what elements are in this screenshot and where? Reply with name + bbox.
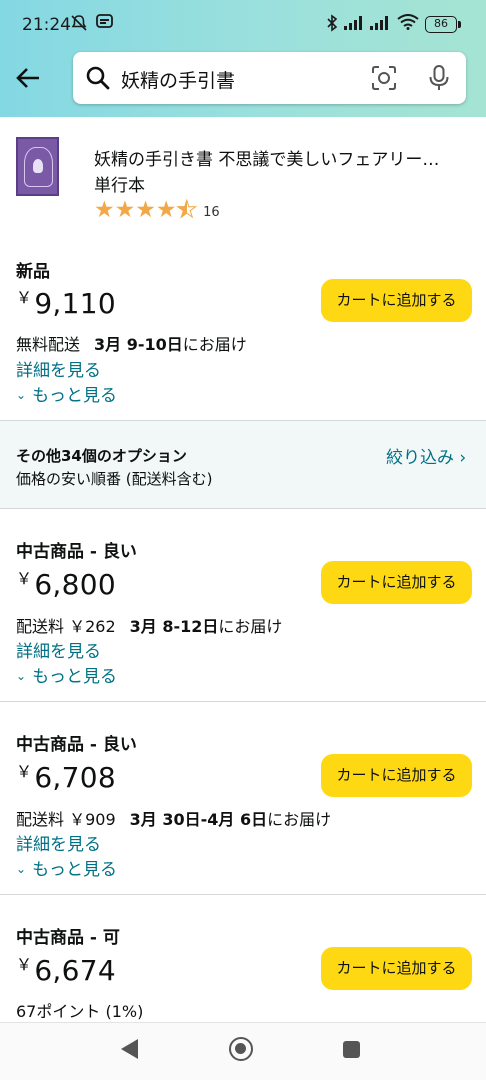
- add-to-cart-button[interactable]: カートに追加する: [321, 279, 472, 322]
- details-link[interactable]: 詳細を見る: [16, 637, 101, 662]
- offer-new: 新品 ￥9,110 カートに追加する 無料配送 3月 9-10日にお届け 詳細を見…: [0, 235, 486, 421]
- add-to-cart-button[interactable]: カートに追加する: [321, 754, 472, 797]
- shipping-info: 無料配送 3月 9-10日にお届け: [16, 335, 247, 354]
- search-input[interactable]: 妖精の手引書: [73, 52, 466, 104]
- chevron-down-icon: ⌄: [16, 669, 27, 683]
- status-bar: 21:24 86: [0, 0, 486, 50]
- rating-count: 16: [203, 204, 220, 220]
- system-nav-bar: [0, 1022, 486, 1080]
- nav-recents-icon[interactable]: [343, 1041, 360, 1058]
- camera-lens-icon[interactable]: [371, 65, 397, 95]
- star-full-icon: ★: [94, 197, 115, 223]
- battery-icon: 86: [425, 16, 461, 33]
- signal-icon: [344, 14, 366, 35]
- details-link[interactable]: 詳細を見る: [16, 356, 101, 381]
- add-to-cart-button[interactable]: カートに追加する: [321, 561, 472, 604]
- options-title: その他34個のオプション: [16, 447, 187, 465]
- nav-home-icon[interactable]: [229, 1037, 253, 1061]
- message-icon: [96, 14, 113, 34]
- wifi-icon: [397, 14, 419, 35]
- offer-used-acceptable: 中古商品 - 可 ￥6,674 カートに追加する 67ポイント (1%): [0, 895, 486, 1022]
- bluetooth-icon: [326, 14, 338, 37]
- star-full-icon: ★: [114, 197, 136, 223]
- offer-used-good-2: 中古商品 - 良い ￥6,708 カートに追加する 配送料 ￥909 3月 30日…: [0, 702, 486, 895]
- search-query: 妖精の手引書: [121, 70, 236, 92]
- product-thumbnail[interactable]: [16, 137, 59, 196]
- product-summary[interactable]: 妖精の手引き書 不思議で美しいフェアリー… 単行本 ★ ★ ★ ★ ★ 16: [0, 117, 486, 235]
- app-header: 21:24 86 妖精の手引書: [0, 0, 486, 117]
- star-half-icon: ★: [176, 197, 198, 224]
- star-rating[interactable]: ★ ★ ★ ★ ★ 16: [94, 197, 220, 224]
- microphone-icon[interactable]: [428, 64, 450, 96]
- other-options-panel[interactable]: その他34個のオプション 価格の安い順番 (配送料含む) 絞り込み ›: [0, 421, 486, 509]
- product-title[interactable]: 妖精の手引き書 不思議で美しいフェアリー…: [94, 145, 474, 170]
- see-more-link[interactable]: ⌄ もっと見る: [16, 855, 117, 880]
- search-icon: [85, 65, 111, 95]
- offer-condition: 中古商品 - 可: [16, 928, 120, 948]
- add-to-cart-button[interactable]: カートに追加する: [321, 947, 472, 990]
- shipping-info: 配送料 ￥262 3月 8-12日にお届け: [16, 617, 283, 636]
- offer-condition: 新品: [16, 262, 50, 282]
- chevron-down-icon: ⌄: [16, 862, 27, 876]
- details-link[interactable]: 詳細を見る: [16, 830, 101, 855]
- offer-price: ￥6,800: [16, 568, 116, 601]
- status-time: 21:24: [22, 15, 71, 35]
- star-full-icon: ★: [155, 197, 177, 223]
- product-format: 単行本: [94, 176, 145, 196]
- chevron-down-icon: ⌄: [16, 388, 27, 402]
- signal-icon-2: [370, 14, 392, 35]
- points-info: 67ポイント (1%): [16, 1002, 144, 1021]
- star-full-icon: ★: [135, 197, 156, 223]
- mute-icon: [70, 14, 88, 37]
- offer-price: ￥9,110: [16, 287, 116, 320]
- offer-price: ￥6,708: [16, 761, 116, 794]
- back-arrow-icon[interactable]: [10, 60, 46, 96]
- filter-link[interactable]: 絞り込み ›: [386, 443, 466, 468]
- offer-condition: 中古商品 - 良い: [16, 735, 137, 755]
- offer-condition: 中古商品 - 良い: [16, 542, 137, 562]
- offer-used-good-1: 中古商品 - 良い ￥6,800 カートに追加する 配送料 ￥262 3月 8-1…: [0, 509, 486, 702]
- see-more-link[interactable]: ⌄ もっと見る: [16, 381, 117, 406]
- options-sort: 価格の安い順番 (配送料含む): [16, 470, 213, 488]
- offer-price: ￥6,674: [16, 954, 116, 987]
- nav-back-icon[interactable]: [121, 1039, 138, 1059]
- see-more-link[interactable]: ⌄ もっと見る: [16, 662, 117, 687]
- shipping-info: 配送料 ￥909 3月 30日-4月 6日にお届け: [16, 810, 332, 829]
